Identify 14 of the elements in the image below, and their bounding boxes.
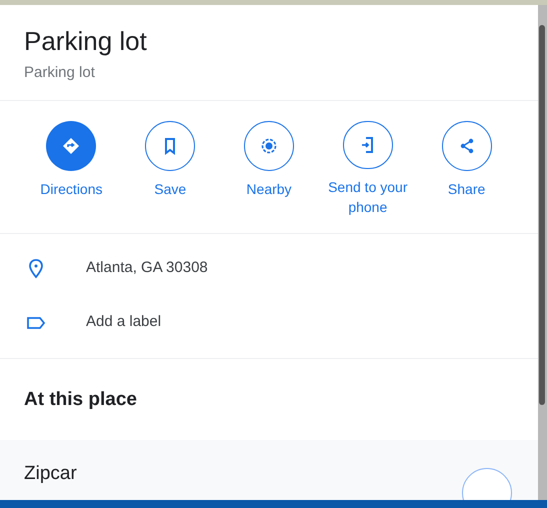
action-button[interactable]: Send to your phone xyxy=(320,121,416,216)
scrollbar[interactable] xyxy=(538,5,547,500)
address-text: Atlanta, GA 30308 xyxy=(86,258,208,278)
place-title: Parking lot xyxy=(24,25,148,58)
add-label-row[interactable]: Add a label xyxy=(0,296,538,350)
action-button[interactable]: Share xyxy=(419,121,514,216)
place-name[interactable]: Zipcar xyxy=(24,463,77,484)
place-category: Parking lot xyxy=(24,62,96,82)
address-row[interactable]: Atlanta, GA 30308 xyxy=(0,242,538,296)
action-button[interactable]: Directions xyxy=(24,121,119,216)
add-label-text: Add a label xyxy=(86,312,162,332)
action-button[interactable]: Nearby xyxy=(222,121,316,216)
section-heading: At this place xyxy=(23,388,138,412)
action-button[interactable]: Save xyxy=(122,121,218,216)
